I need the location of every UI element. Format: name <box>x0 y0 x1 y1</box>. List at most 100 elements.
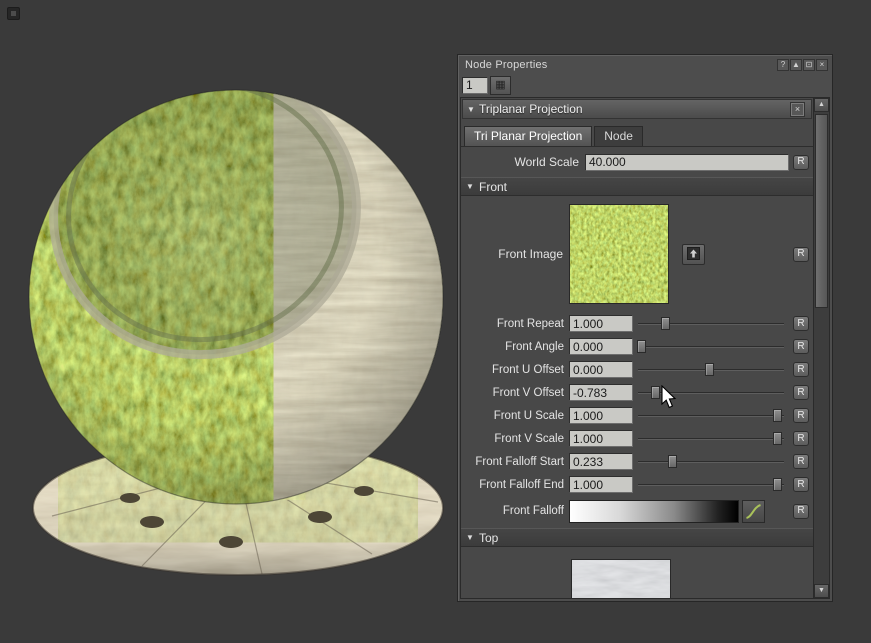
slider-track[interactable] <box>638 484 784 486</box>
param-row-front-v-offset: Front V Offset R <box>461 381 813 404</box>
falloff-curve-button[interactable] <box>742 500 765 523</box>
param-slider[interactable] <box>638 450 784 473</box>
param-row-front-v-scale: Front V Scale R <box>461 427 813 450</box>
param-value-field[interactable] <box>569 476 633 493</box>
param-label: Front Falloff End <box>461 479 569 491</box>
param-label: Front Repeat <box>461 318 569 330</box>
reset-button[interactable]: R <box>793 362 809 377</box>
panel-title: Node Properties <box>465 59 776 71</box>
param-value-field[interactable] <box>569 315 633 332</box>
param-row-front-repeat: Front Repeat R <box>461 312 813 335</box>
slider-handle[interactable] <box>637 340 646 353</box>
preview-viewport[interactable] <box>0 0 460 638</box>
tab-bar: Tri Planar Projection Node <box>461 126 813 147</box>
load-image-icon <box>687 247 700 260</box>
reset-button[interactable]: R <box>793 247 809 262</box>
scroll-up-icon[interactable]: ▲ <box>814 98 829 112</box>
param-value-field[interactable] <box>569 430 633 447</box>
slider-handle[interactable] <box>773 478 782 491</box>
close-icon[interactable]: × <box>816 59 828 71</box>
reset-button[interactable]: R <box>793 477 809 492</box>
panel-titlebar[interactable]: Node Properties ? ▲ ⊡ × <box>458 55 832 73</box>
slider-track[interactable] <box>638 392 784 394</box>
slider-handle[interactable] <box>773 409 782 422</box>
param-label: Front Falloff Start <box>461 456 569 468</box>
slider-track[interactable] <box>638 461 784 463</box>
param-value-field[interactable] <box>569 338 633 355</box>
world-scale-row: World Scale R <box>461 149 813 175</box>
slider-handle[interactable] <box>705 363 714 376</box>
param-label: Front Angle <box>461 341 569 353</box>
scrollbar-thumb[interactable] <box>815 114 828 308</box>
shade-icon[interactable]: ▲ <box>790 59 802 71</box>
help-icon[interactable]: ? <box>777 59 789 71</box>
top-section-body <box>461 547 813 598</box>
param-value-field[interactable] <box>569 407 633 424</box>
node-header[interactable]: ▼ Triplanar Projection × <box>462 99 812 119</box>
param-slider[interactable] <box>638 358 784 381</box>
scroll-down-icon[interactable]: ▼ <box>814 584 829 598</box>
param-value-field[interactable] <box>569 361 633 378</box>
slider-track[interactable] <box>638 438 784 440</box>
param-row-front-falloff-start: Front Falloff Start R <box>461 450 813 473</box>
front-image-thumbnail[interactable] <box>569 204 669 304</box>
reset-button[interactable]: R <box>793 408 809 423</box>
section-header-top[interactable]: ▼ Top <box>461 528 813 547</box>
app-icon <box>7 7 20 20</box>
front-image-row: Front Image R <box>461 196 813 312</box>
material-sphere <box>23 37 460 535</box>
material-preview-render <box>0 0 460 638</box>
panel-main: ▼ Triplanar Projection × Tri Planar Proj… <box>460 97 830 599</box>
front-falloff-row: Front Falloff R <box>461 496 813 526</box>
param-label: Front V Offset <box>461 387 569 399</box>
param-slider[interactable] <box>638 404 784 427</box>
param-slider[interactable] <box>638 312 784 335</box>
param-label: Front U Offset <box>461 364 569 376</box>
falloff-curve-icon <box>745 503 762 520</box>
reset-button[interactable]: R <box>793 385 809 400</box>
param-row-front-falloff-end: Front Falloff End R <box>461 473 813 496</box>
param-label: Front V Scale <box>461 433 569 445</box>
chevron-down-icon: ▼ <box>466 533 479 542</box>
param-slider[interactable] <box>638 381 784 404</box>
tab-node[interactable]: Node <box>594 126 643 146</box>
form-menu-icon[interactable]: ▦ <box>490 76 511 95</box>
top-image-thumbnail[interactable] <box>571 559 671 598</box>
reset-button[interactable]: R <box>793 155 809 170</box>
reset-button[interactable]: R <box>793 431 809 446</box>
reset-button[interactable]: R <box>793 316 809 331</box>
tab-triplanar-projection[interactable]: Tri Planar Projection <box>464 126 592 146</box>
slider-handle[interactable] <box>651 386 660 399</box>
scrollbar-track[interactable] <box>814 112 829 584</box>
front-image-label: Front Image <box>461 247 569 261</box>
reset-button[interactable]: R <box>793 504 809 519</box>
param-slider[interactable] <box>638 427 784 450</box>
slider-handle[interactable] <box>773 432 782 445</box>
param-label: Front U Scale <box>461 410 569 422</box>
section-header-front[interactable]: ▼ Front <box>461 177 813 196</box>
float-window-icon[interactable]: ⊡ <box>803 59 815 71</box>
node-properties-panel: Node Properties ? ▲ ⊡ × ▦ ▼ Triplanar Pr… <box>457 54 833 602</box>
load-image-button[interactable] <box>682 244 705 265</box>
param-row-front-angle: Front Angle R <box>461 335 813 358</box>
slider-track[interactable] <box>638 415 784 417</box>
falloff-gradient[interactable] <box>569 500 739 523</box>
panel-content: ▼ Triplanar Projection × Tri Planar Proj… <box>461 98 813 598</box>
slider-track[interactable] <box>638 346 784 348</box>
section-title: Top <box>479 531 498 545</box>
reset-button[interactable]: R <box>793 339 809 354</box>
param-slider[interactable] <box>638 473 784 496</box>
param-value-field[interactable] <box>569 453 633 470</box>
index-field[interactable] <box>462 77 488 94</box>
param-value-field[interactable] <box>569 384 633 401</box>
param-row-front-u-offset: Front U Offset R <box>461 358 813 381</box>
reset-button[interactable]: R <box>793 454 809 469</box>
chevron-down-icon[interactable]: ▼ <box>467 105 479 114</box>
slider-handle[interactable] <box>661 317 670 330</box>
param-slider[interactable] <box>638 335 784 358</box>
param-row-front-u-scale: Front U Scale R <box>461 404 813 427</box>
node-close-icon[interactable]: × <box>791 103 804 116</box>
world-scale-field[interactable] <box>585 154 789 171</box>
slider-handle[interactable] <box>668 455 677 468</box>
vertical-scrollbar[interactable]: ▲ ▼ <box>813 98 829 598</box>
